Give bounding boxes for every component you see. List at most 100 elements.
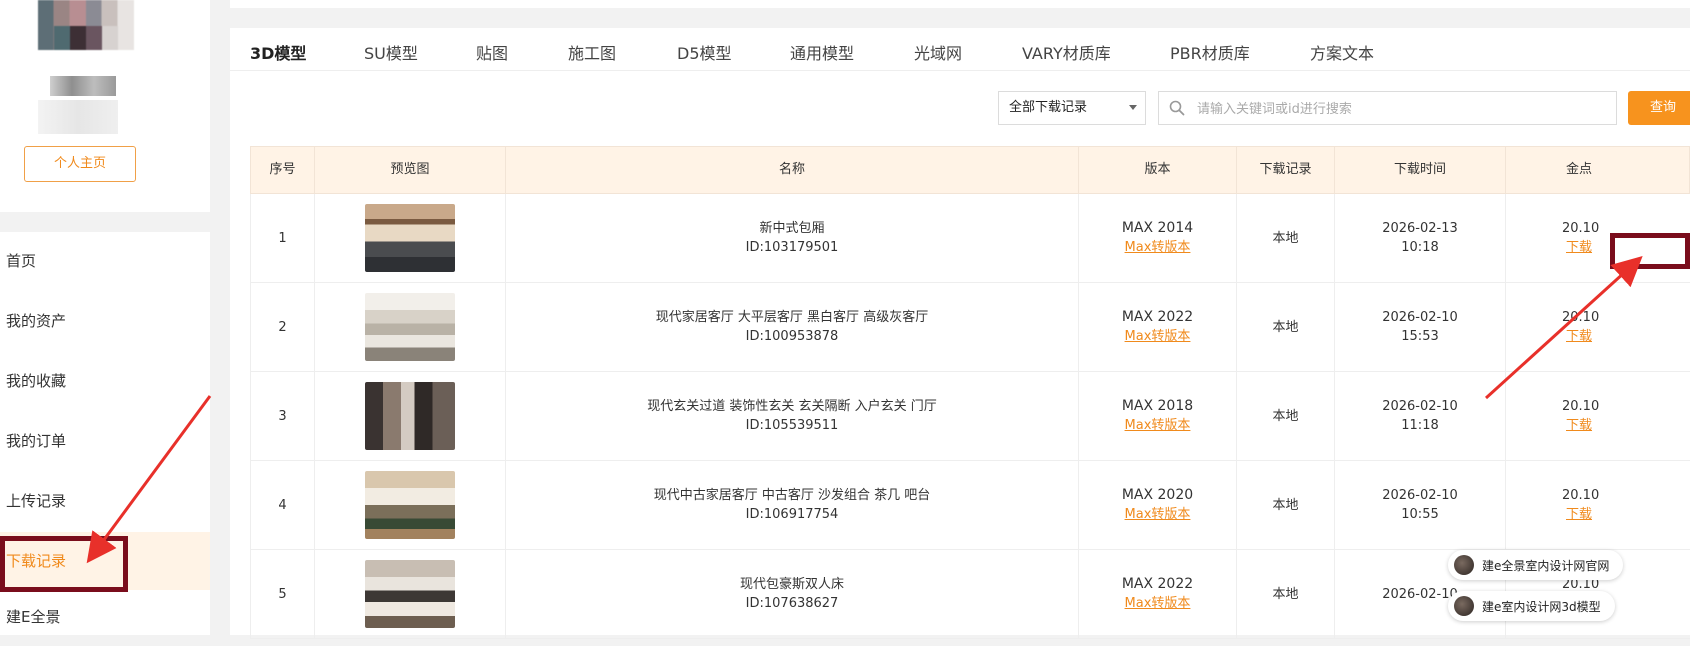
- model-name[interactable]: 现代家居客厅 大平层客厅 黑白客厅 高级灰客厅: [656, 308, 928, 327]
- preview-image[interactable]: [365, 560, 455, 628]
- model-name[interactable]: 现代玄关过道 装饰性玄关 玄关隔断 入户玄关 门厅: [647, 397, 937, 416]
- download-date: 2026-02-10: [1382, 488, 1458, 503]
- chip-3d-model[interactable]: 建e室内设计网3d模型: [1448, 591, 1615, 621]
- convert-version-link[interactable]: Max转版本: [1125, 594, 1191, 613]
- header-record: 下载记录: [1237, 147, 1335, 193]
- points-value: 20.10: [1562, 221, 1600, 236]
- download-link[interactable]: 下载: [1566, 505, 1592, 524]
- preview-image[interactable]: [365, 293, 455, 361]
- download-link[interactable]: 下载: [1566, 327, 1592, 346]
- name-cell: 现代中古家居客厅 中古客厅 沙发组合 茶几 吧台 ID:106917754: [506, 461, 1079, 549]
- time-cell: 2026-02-10 10:55: [1335, 461, 1506, 549]
- download-date: 2026-02-10: [1382, 310, 1458, 325]
- tab-proposal-docs[interactable]: 方案文本: [1310, 40, 1374, 64]
- version-label: MAX 2014: [1121, 220, 1194, 236]
- table-row: 2 现代家居客厅 大平层客厅 黑白客厅 高级灰客厅 ID:100953878 M…: [250, 283, 1690, 372]
- user-info-blurred: [38, 100, 118, 134]
- chip-avatar-icon: [1454, 555, 1474, 575]
- sidebar-item-assets[interactable]: 我的资产: [0, 292, 210, 350]
- search-box[interactable]: [1158, 91, 1617, 126]
- tab-ies[interactable]: 光域网: [914, 40, 962, 64]
- query-button[interactable]: 查询: [1628, 91, 1690, 125]
- points-value: 20.10: [1562, 310, 1600, 325]
- record-cell: 本地: [1237, 194, 1335, 282]
- header-version: 版本: [1079, 147, 1237, 193]
- download-date: 2026-02-10: [1382, 399, 1458, 414]
- row-index: 3: [251, 372, 315, 460]
- tab-3d-model[interactable]: 3D模型: [250, 40, 306, 64]
- download-link[interactable]: 下载: [1566, 238, 1592, 257]
- table-row: 4 现代中古家居客厅 中古客厅 沙发组合 茶几 吧台 ID:106917754 …: [250, 461, 1690, 550]
- time-cell: 2026-02-13 10:18: [1335, 194, 1506, 282]
- convert-version-link[interactable]: Max转版本: [1125, 505, 1191, 524]
- top-strip: [230, 0, 1690, 8]
- model-id: ID:107638627: [745, 596, 839, 611]
- avatar[interactable]: [38, 0, 134, 50]
- name-cell: 现代家居客厅 大平层客厅 黑白客厅 高级灰客厅 ID:100953878: [506, 283, 1079, 371]
- tab-construction[interactable]: 施工图: [568, 40, 616, 64]
- sidebar-item-panorama[interactable]: 建E全景: [0, 588, 210, 646]
- model-name[interactable]: 现代中古家居客厅 中古客厅 沙发组合 茶几 吧台: [654, 486, 931, 505]
- name-cell: 新中式包厢 ID:103179501: [506, 194, 1079, 282]
- filter-selected-value: 全部下载记录: [1009, 100, 1088, 115]
- chip-official-site[interactable]: 建e全景室内设计网官网: [1448, 550, 1624, 580]
- tab-pbr-materials[interactable]: PBR材质库: [1170, 40, 1250, 64]
- tab-textures[interactable]: 贴图: [476, 40, 508, 64]
- version-label: MAX 2020: [1121, 487, 1194, 503]
- preview-image[interactable]: [365, 471, 455, 539]
- version-cell: MAX 2020 Max转版本: [1079, 461, 1237, 549]
- username-blurred: [50, 76, 116, 96]
- table-row: 3 现代玄关过道 装饰性玄关 玄关隔断 入户玄关 门厅 ID:105539511…: [250, 372, 1690, 461]
- sidebar-item-orders[interactable]: 我的订单: [0, 412, 210, 470]
- row-index: 2: [251, 283, 315, 371]
- caret-down-icon: [1129, 105, 1137, 110]
- chip-avatar-icon: [1454, 596, 1474, 616]
- model-id: ID:103179501: [745, 240, 839, 255]
- version-label: MAX 2018: [1121, 398, 1194, 414]
- chip-label: 建e室内设计网3d模型: [1482, 599, 1601, 614]
- annotation-box-downloads: [0, 536, 128, 592]
- model-name[interactable]: 现代包豪斯双人床: [740, 575, 844, 594]
- tab-general-model[interactable]: 通用模型: [790, 40, 854, 64]
- search-input[interactable]: [1195, 92, 1609, 126]
- convert-version-link[interactable]: Max转版本: [1125, 238, 1191, 257]
- sidebar-item-uploads[interactable]: 上传记录: [0, 472, 210, 530]
- convert-version-link[interactable]: Max转版本: [1125, 416, 1191, 435]
- download-time: 11:18: [1401, 418, 1439, 433]
- preview-image[interactable]: [365, 382, 455, 450]
- download-time: 10:55: [1401, 507, 1439, 522]
- annotation-box-download-link: [1610, 233, 1690, 269]
- tab-vray-materials[interactable]: VARY材质库: [1022, 40, 1111, 64]
- tab-su-model[interactable]: SU模型: [364, 40, 418, 64]
- model-name[interactable]: 新中式包厢: [759, 219, 824, 238]
- preview-cell: [315, 550, 506, 638]
- name-cell: 现代包豪斯双人床 ID:107638627: [506, 550, 1079, 638]
- points-value: 20.10: [1562, 488, 1600, 503]
- tab-d5-model[interactable]: D5模型: [677, 40, 732, 64]
- download-link[interactable]: 下载: [1566, 416, 1592, 435]
- row-index: 4: [251, 461, 315, 549]
- preview-cell: [315, 283, 506, 371]
- download-time: 10:18: [1401, 240, 1439, 255]
- model-id: ID:105539511: [745, 418, 839, 433]
- profile-card: 个人主页: [0, 0, 210, 212]
- main-panel: 3D模型 SU模型 贴图 施工图 D5模型 通用模型 光域网 VARY材质库 P…: [230, 28, 1690, 639]
- preview-image[interactable]: [365, 204, 455, 272]
- download-filter-select[interactable]: 全部下载记录: [998, 91, 1146, 125]
- sidebar-item-favorites[interactable]: 我的收藏: [0, 352, 210, 410]
- row-index: 5: [251, 550, 315, 638]
- record-cell: 本地: [1237, 372, 1335, 460]
- personal-homepage-button[interactable]: 个人主页: [24, 146, 136, 182]
- name-cell: 现代玄关过道 装饰性玄关 玄关隔断 入户玄关 门厅 ID:105539511: [506, 372, 1079, 460]
- header-points: 金点: [1566, 162, 1593, 177]
- search-icon: [1169, 100, 1185, 116]
- time-cell: 2026-02-10 11:18: [1335, 372, 1506, 460]
- sidebar-item-home[interactable]: 首页: [0, 232, 210, 290]
- table-row: 1 新中式包厢 ID:103179501 MAX 2014 Max转版本 本地 …: [250, 194, 1690, 283]
- category-tabs: 3D模型 SU模型 贴图 施工图 D5模型 通用模型 光域网 VARY材质库 P…: [230, 28, 1690, 71]
- chip-label: 建e全景室内设计网官网: [1482, 558, 1610, 573]
- model-id: ID:106917754: [745, 507, 839, 522]
- header-index: 序号: [251, 147, 315, 193]
- version-cell: MAX 2018 Max转版本: [1079, 372, 1237, 460]
- convert-version-link[interactable]: Max转版本: [1125, 327, 1191, 346]
